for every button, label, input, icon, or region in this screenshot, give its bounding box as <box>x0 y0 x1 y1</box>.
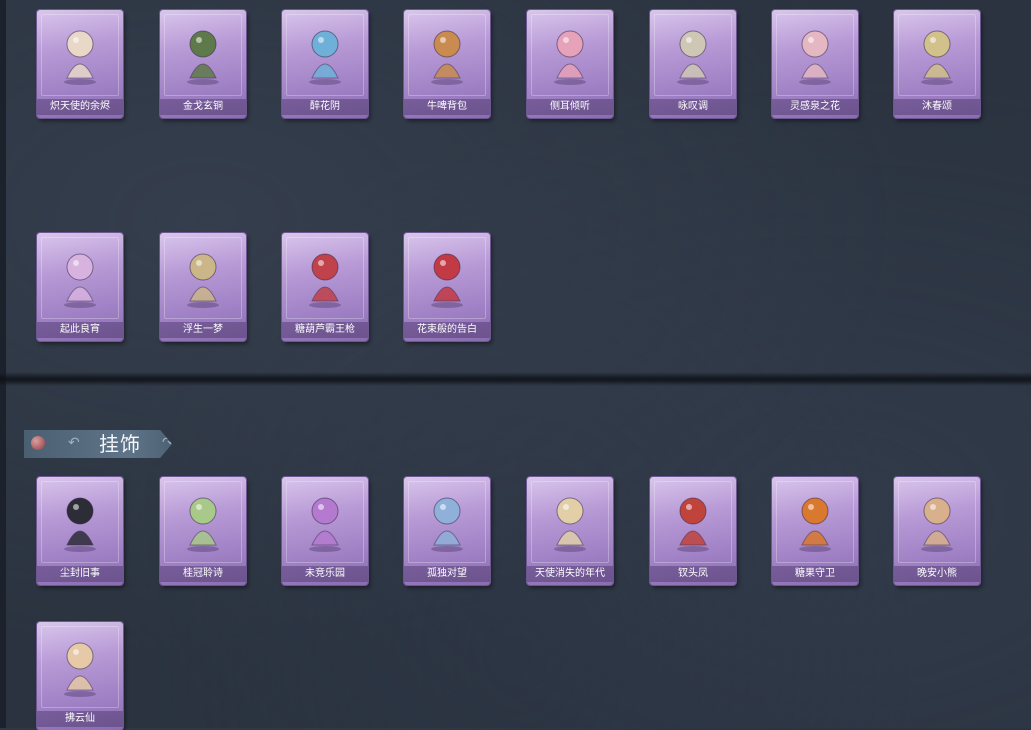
item-name: 孤独对望 <box>404 566 490 582</box>
item-name: 拂云仙 <box>37 711 123 727</box>
swirl-right-icon: ↷ <box>162 435 174 451</box>
rose-icon <box>422 245 472 311</box>
item-name: 糖果守卫 <box>772 566 858 582</box>
section-divider <box>0 372 1031 386</box>
item-name: 金戈玄铜 <box>160 99 246 115</box>
left-edge-shadow <box>0 0 6 728</box>
item-name: 咏叹调 <box>650 99 736 115</box>
item-name: 天使消失的年代 <box>527 566 613 582</box>
flower-harp-icon <box>545 22 595 88</box>
item-card[interactable]: 沐春颂 <box>894 10 980 118</box>
item-card[interactable]: 浮生一梦 <box>160 233 246 341</box>
item-name: 牛啤背包 <box>404 99 490 115</box>
item-card[interactable]: 未竞乐园 <box>282 477 368 585</box>
candied-spear-icon <box>300 245 350 311</box>
item-name: 浮生一梦 <box>160 322 246 338</box>
item-card[interactable]: 拂云仙 <box>37 622 123 730</box>
moon-fan-icon <box>55 245 105 311</box>
item-name: 晚安小熊 <box>894 566 980 582</box>
item-card[interactable]: 糖果守卫 <box>772 477 858 585</box>
bear-charm-icon <box>912 489 962 555</box>
spring-branch-icon <box>912 22 962 88</box>
item-card[interactable]: 桂冠聆诗 <box>160 477 246 585</box>
item-card[interactable]: 侧耳倾听 <box>527 10 613 118</box>
pin-icon <box>31 436 45 450</box>
item-name: 糖葫芦霸王枪 <box>282 322 368 338</box>
flower-ornament-icon <box>300 22 350 88</box>
chibi-blue-girl-icon <box>422 489 472 555</box>
item-card[interactable]: 晚安小熊 <box>894 477 980 585</box>
item-card[interactable]: 咏叹调 <box>650 10 736 118</box>
item-card[interactable]: 花束般的告白 <box>404 233 490 341</box>
item-name: 醉花阴 <box>282 99 368 115</box>
chibi-fairy-icon <box>55 634 105 700</box>
pumpkin-charm-icon <box>790 489 840 555</box>
item-name: 起此良宵 <box>37 322 123 338</box>
item-card[interactable]: 尘封旧事 <box>37 477 123 585</box>
flower-bouquet-icon <box>790 22 840 88</box>
ornate-frame-icon <box>668 22 718 88</box>
item-name: 花束般的告白 <box>404 322 490 338</box>
cow-backpack-icon <box>422 22 472 88</box>
item-card[interactable]: 金戈玄铜 <box>160 10 246 118</box>
item-card[interactable]: 炽天使的余烬 <box>37 10 123 118</box>
item-card[interactable]: 孤独对望 <box>404 477 490 585</box>
item-card[interactable]: 醉花阴 <box>282 10 368 118</box>
item-card[interactable]: 灵感泉之花 <box>772 10 858 118</box>
section-title: 挂饰 <box>99 432 141 456</box>
item-card[interactable]: 牛啤背包 <box>404 10 490 118</box>
item-card[interactable]: 天使消失的年代 <box>527 477 613 585</box>
angel-figure-icon <box>55 22 105 88</box>
item-name: 灵感泉之花 <box>772 99 858 115</box>
item-name: 尘封旧事 <box>37 566 123 582</box>
item-name: 沐春颂 <box>894 99 980 115</box>
bronze-grenade-icon <box>178 22 228 88</box>
scroll-icon <box>178 245 228 311</box>
item-card[interactable]: 起此良宵 <box>37 233 123 341</box>
item-name: 桂冠聆诗 <box>160 566 246 582</box>
item-name: 炽天使的余烬 <box>37 99 123 115</box>
item-card[interactable]: 钗头凤 <box>650 477 736 585</box>
item-card[interactable]: 糖葫芦霸王枪 <box>282 233 368 341</box>
chibi-phoenix-crown-icon <box>668 489 718 555</box>
item-name: 侧耳倾听 <box>527 99 613 115</box>
section-header: ↶ 挂饰 ↷ <box>24 430 172 458</box>
chibi-gentleman-icon <box>55 489 105 555</box>
chibi-purple-girl-icon <box>300 489 350 555</box>
chibi-laurel-icon <box>178 489 228 555</box>
chibi-angel-icon <box>545 489 595 555</box>
item-name: 未竞乐园 <box>282 566 368 582</box>
item-name: 钗头凤 <box>650 566 736 582</box>
